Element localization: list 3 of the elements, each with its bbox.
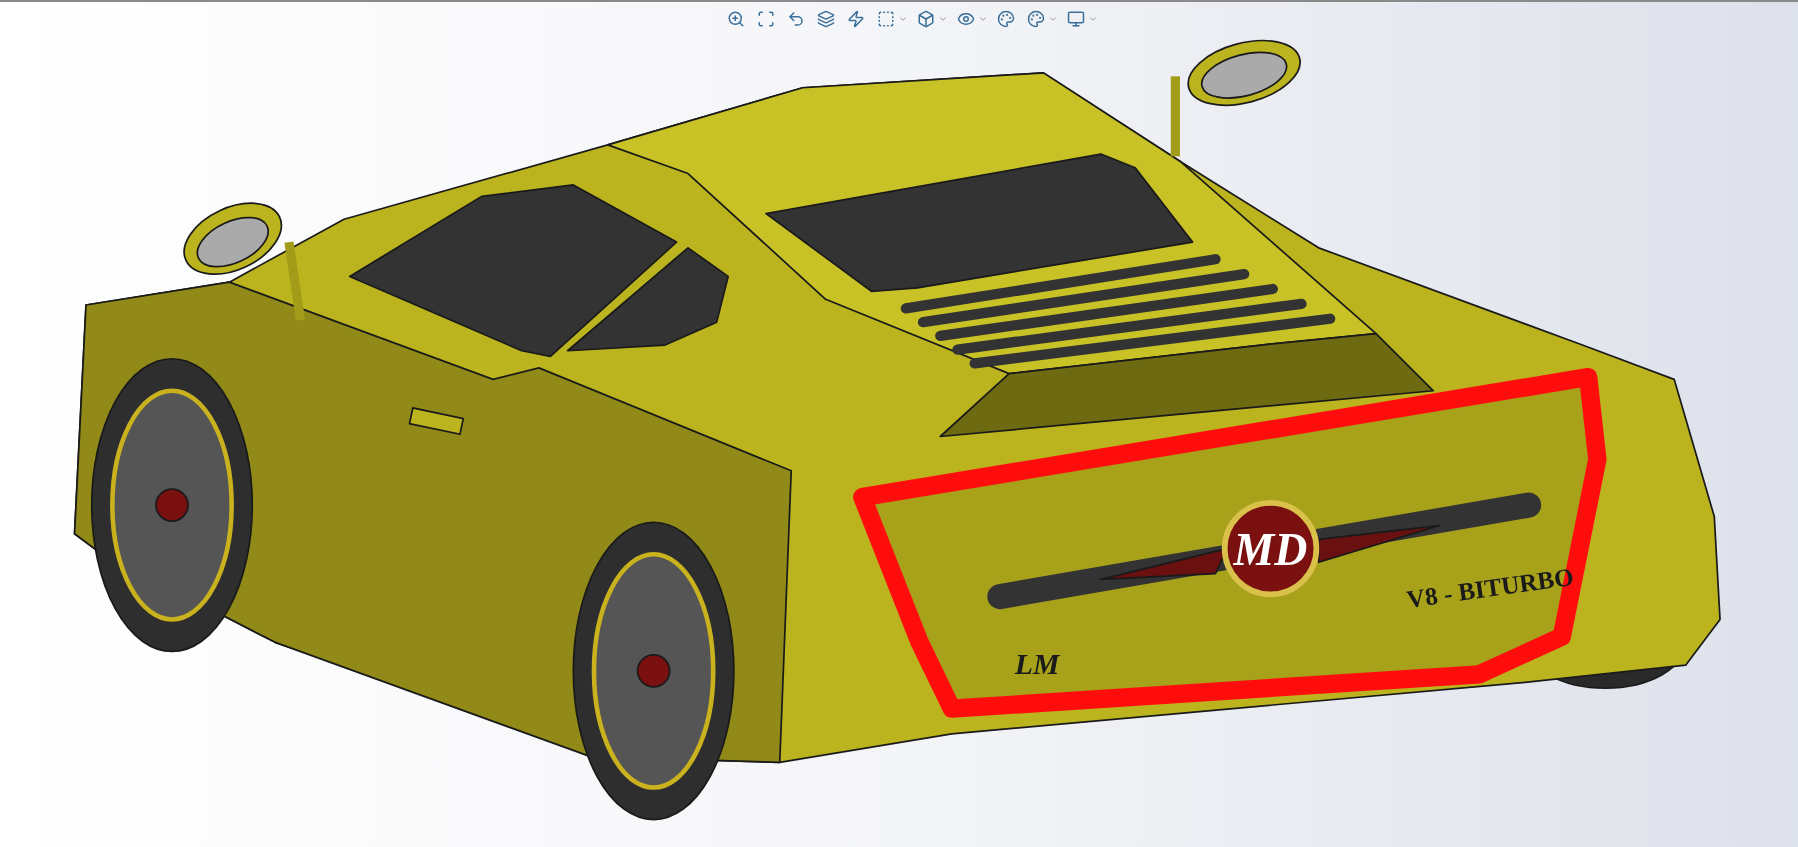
emblem-text: MD <box>1233 523 1308 575</box>
signature-text: LM <box>1014 647 1060 681</box>
badge-text: V8 - BITURBO <box>1405 562 1576 613</box>
